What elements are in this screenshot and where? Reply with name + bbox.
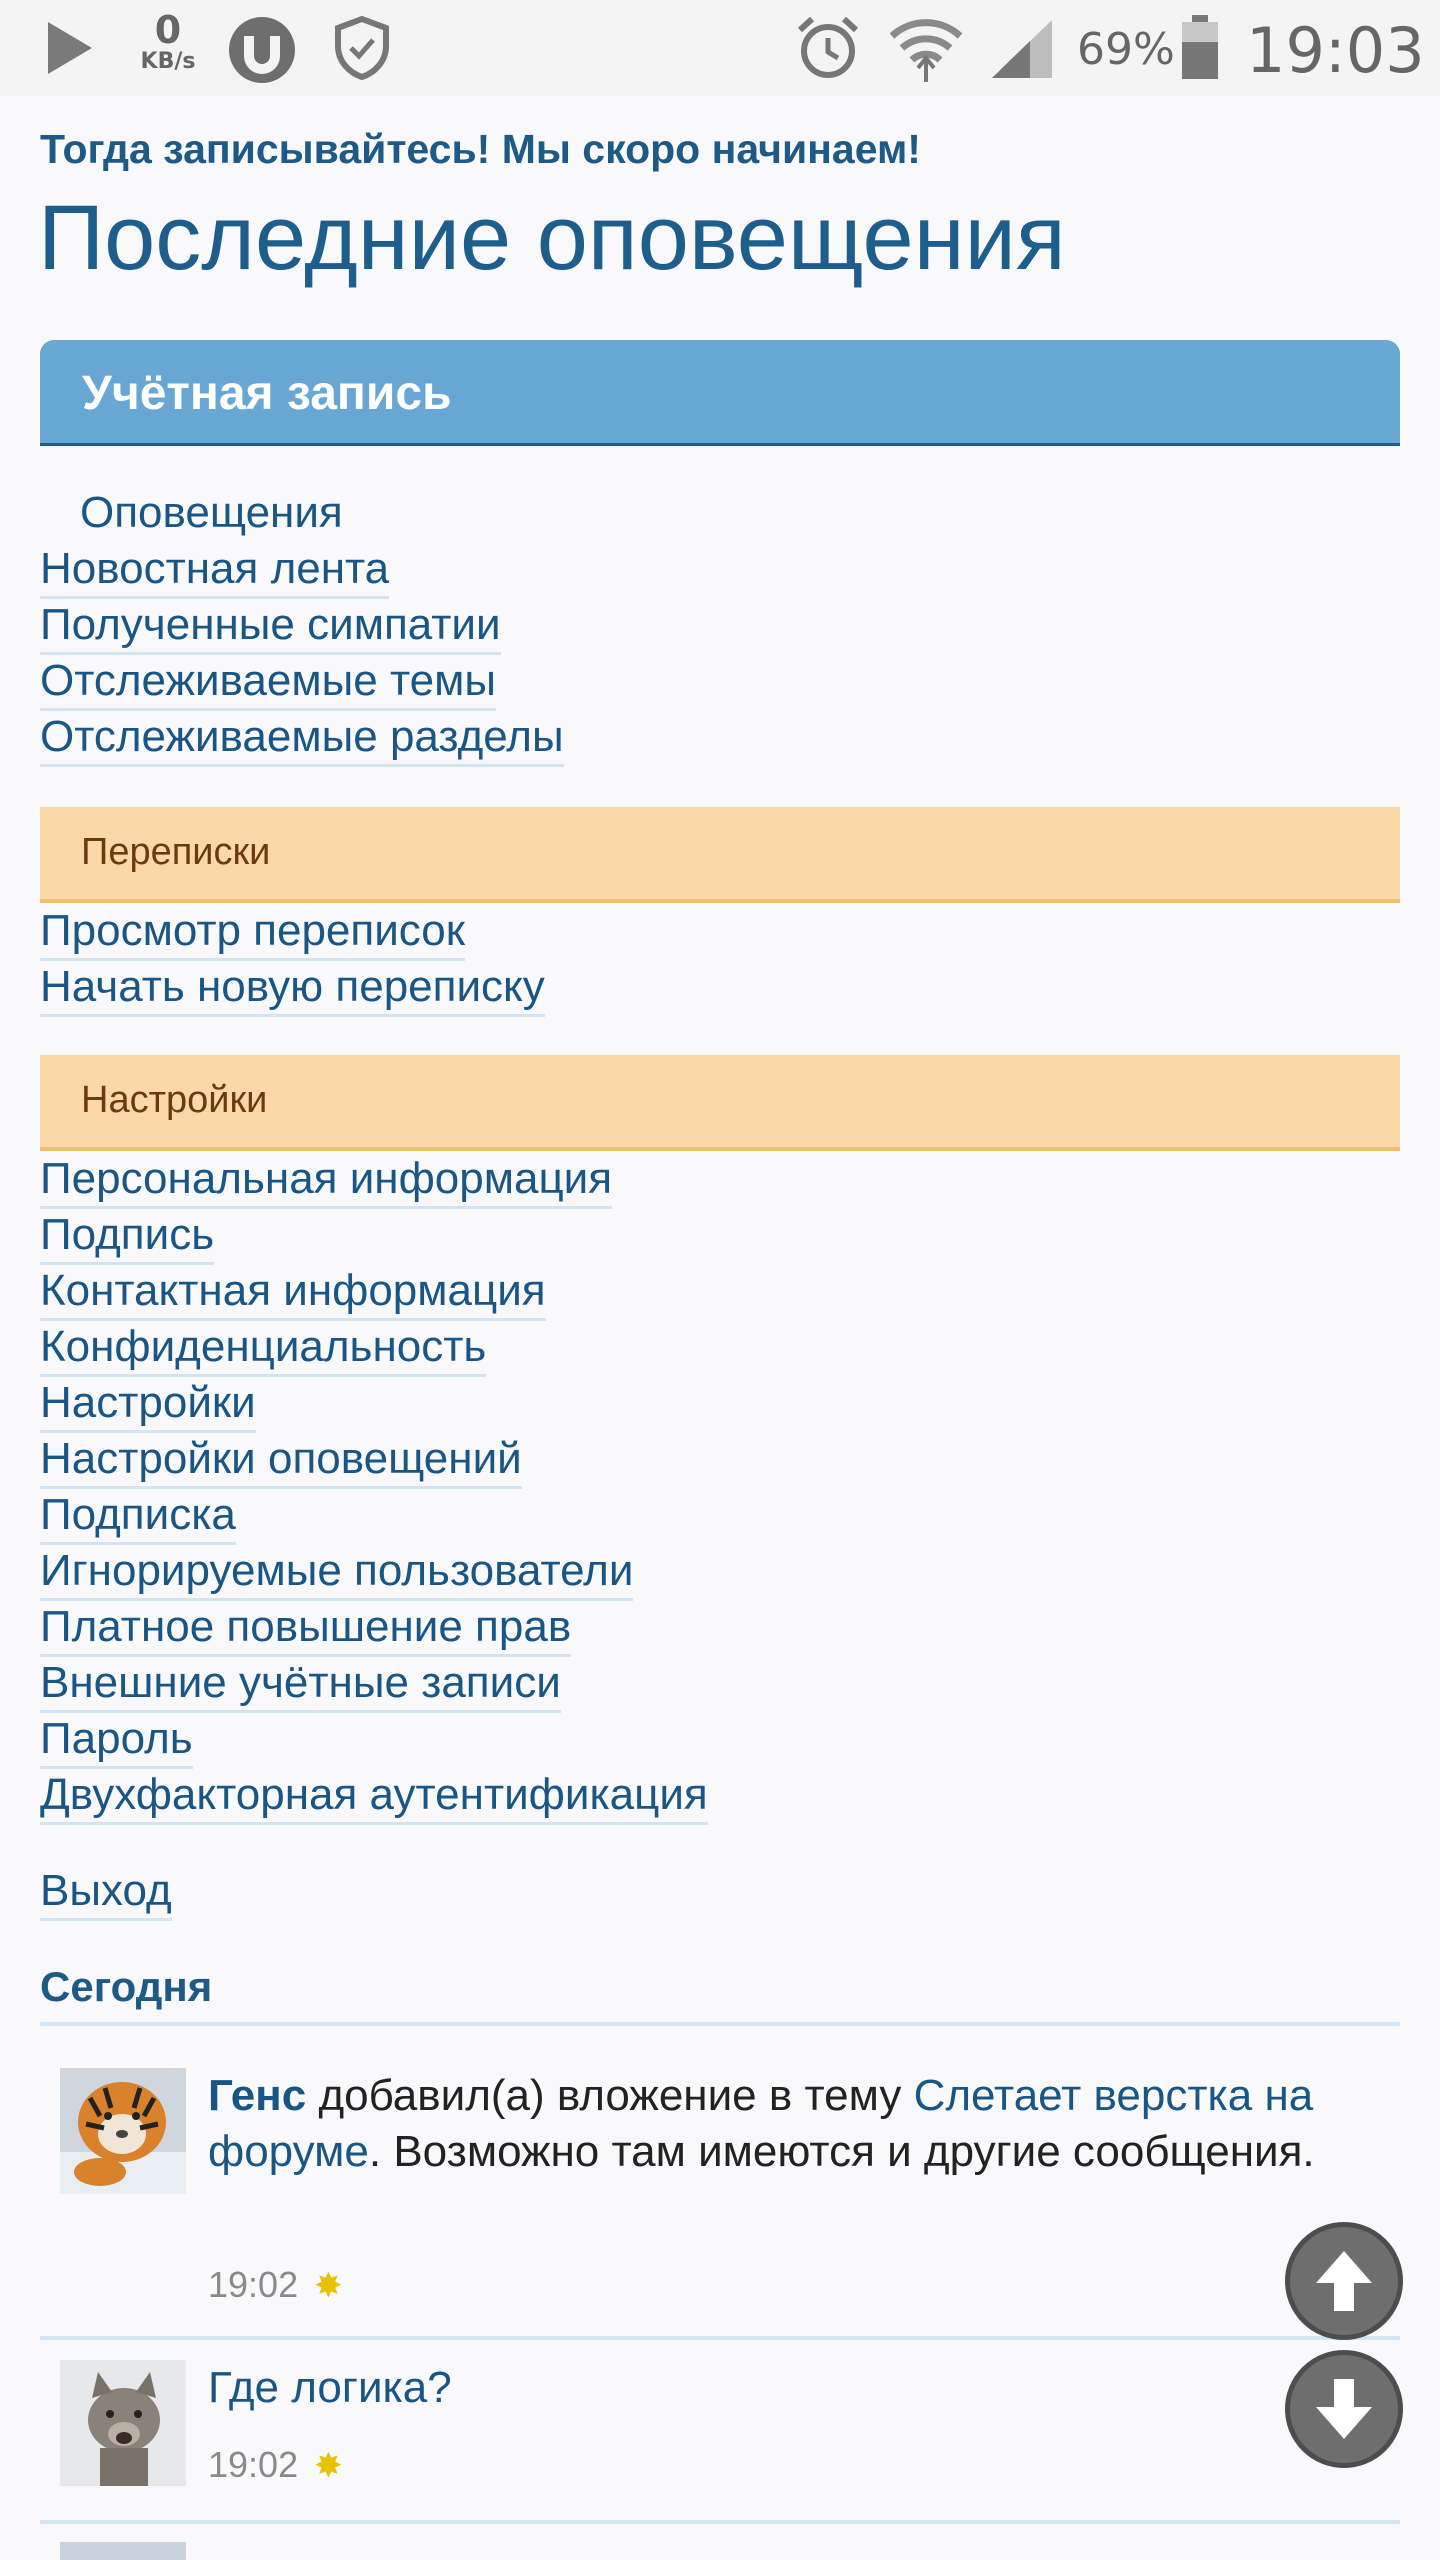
link-two-step-verification[interactable]: Двухфакторная аутентификация (40, 1770, 708, 1825)
notification-time-text: 19:02 (208, 2444, 299, 2485)
link-news-feed[interactable]: Новостная лента (40, 544, 390, 599)
link-start-conversation[interactable]: Начать новую переписку (40, 962, 545, 1017)
link-external-accounts[interactable]: Внешние учётные записи (40, 1658, 561, 1713)
account-section-title: Учётная запись (82, 367, 452, 420)
link-subscription[interactable]: Подписка (40, 1490, 236, 1545)
notification-thread-link[interactable]: Где логика? (208, 2363, 452, 2412)
shield-icon (335, 16, 389, 80)
link-privacy[interactable]: Конфиденциальность (40, 1322, 487, 1377)
notification-time-text: 19:02 (208, 2264, 299, 2305)
status-bar: 0 KB/s 69% 19:03 (0, 0, 1440, 96)
link-alert-preferences[interactable]: Настройки оповещений (40, 1434, 522, 1489)
notification-text: Генс добавил(а) вложение в тему Слетает … (208, 2068, 1358, 2180)
link-view-conversations[interactable]: Просмотр переписок (40, 906, 466, 961)
scroll-up-button[interactable] (1285, 2222, 1403, 2340)
battery-percent: 69% (1077, 24, 1175, 75)
battery-icon (1182, 15, 1218, 79)
net-speed-unit: KB/s (140, 49, 196, 74)
link-ignored-users[interactable]: Игнорируемые пользователи (40, 1546, 634, 1601)
conversations-section-title: Переписки (81, 831, 271, 873)
notification-time: 19:02 ✸ (208, 2444, 343, 2486)
notification-suffix: . Возможно там имеются и другие сообщени… (368, 2127, 1315, 2176)
today-heading: Сегодня (40, 1963, 213, 2010)
link-contact-info[interactable]: Контактная информация (40, 1266, 546, 1321)
link-preferences[interactable]: Настройки (40, 1378, 256, 1433)
conversations-section-header: Переписки (40, 807, 1400, 903)
link-received-likes[interactable]: Полученные симпатии (40, 600, 501, 655)
net-speed-indicator: 0 KB/s (133, 10, 203, 74)
divider (40, 2336, 1400, 2340)
clock: 19:03 (1246, 14, 1425, 87)
link-personal-info[interactable]: Персональная информация (40, 1154, 613, 1209)
settings-section-title: Настройки (81, 1079, 268, 1121)
net-speed-value: 0 (154, 8, 182, 52)
arrow-up-icon (1316, 2251, 1372, 2311)
cat-avatar-image (60, 2360, 186, 2486)
link-watched-forums[interactable]: Отслеживаемые разделы (40, 712, 564, 767)
utorrent-icon (229, 17, 295, 83)
link-password[interactable]: Пароль (40, 1714, 193, 1769)
divider (40, 2520, 1400, 2524)
link-signature[interactable]: Подпись (40, 1210, 215, 1265)
scroll-down-button[interactable] (1285, 2350, 1403, 2468)
link-notifications[interactable]: Оповещения (80, 488, 343, 543)
signal-icon (992, 20, 1052, 78)
wifi-icon (889, 19, 963, 82)
notification-text: Где логика? (208, 2360, 1358, 2416)
tiger-avatar-image (60, 2068, 186, 2194)
page-title: Последние оповещения (38, 187, 1066, 289)
link-watched-threads[interactable]: Отслеживаемые темы (40, 656, 496, 711)
link-paid-upgrades[interactable]: Платное повышение прав (40, 1602, 572, 1657)
avatar[interactable] (60, 2068, 186, 2194)
new-star-icon: ✸ (314, 2447, 343, 2485)
notification-user-link[interactable]: Генс (208, 2071, 306, 2120)
arrow-down-icon (1316, 2379, 1372, 2439)
alarm-icon (797, 16, 859, 78)
notification-time: 19:02 ✸ (208, 2264, 343, 2306)
new-star-icon: ✸ (314, 2267, 343, 2305)
notification-action: добавил(а) вложение в тему (306, 2071, 914, 2120)
account-section-header: Учётная запись (40, 340, 1400, 446)
avatar[interactable] (60, 2542, 186, 2560)
logout-link[interactable]: Выход (40, 1866, 172, 1921)
play-icon (48, 22, 92, 74)
divider (40, 2022, 1400, 2026)
avatar[interactable] (60, 2360, 186, 2486)
promo-text: Тогда записывайтесь! Мы скоро начинаем! (40, 126, 921, 172)
settings-section-header: Настройки (40, 1055, 1400, 1151)
